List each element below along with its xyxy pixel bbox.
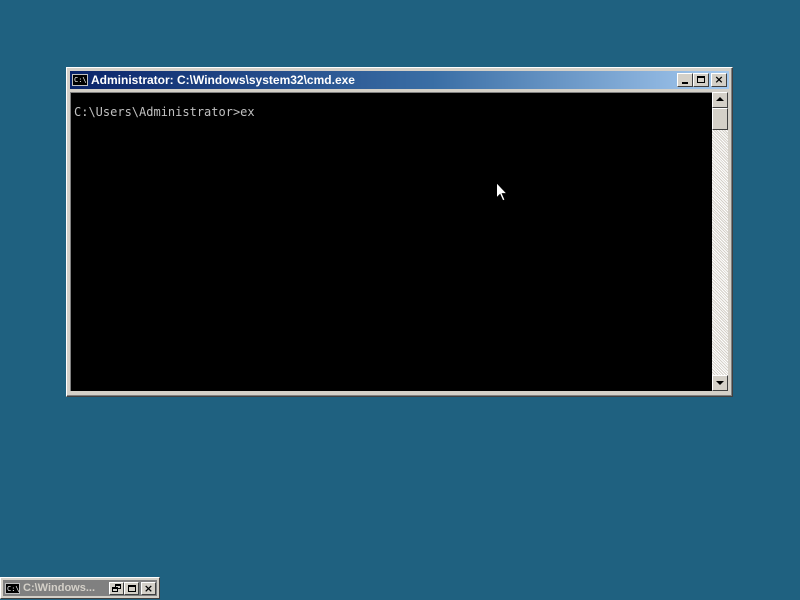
mouse-cursor-icon [496, 182, 508, 202]
console-icon[interactable]: C:\ [72, 74, 88, 86]
scroll-down-button[interactable] [712, 375, 728, 391]
caption-buttons: × [677, 73, 727, 87]
maximize-button[interactable] [124, 581, 139, 595]
console-prompt-line: C:\Users\Administrator>ex [74, 105, 255, 119]
restore-button[interactable] [109, 581, 124, 595]
minimize-button[interactable] [677, 73, 693, 87]
title-bar[interactable]: C:\ Administrator: C:\Windows\system32\c… [70, 71, 729, 89]
minimized-title-bar[interactable]: C:\ C:\Windows... × [3, 580, 157, 596]
minimized-caption-buttons: × [109, 581, 156, 595]
cmd-window[interactable]: C:\ Administrator: C:\Windows\system32\c… [66, 67, 733, 397]
minimized-window-title: C:\Windows... [23, 582, 96, 594]
scroll-up-button[interactable] [712, 92, 728, 108]
minimized-cmd-window[interactable]: C:\ C:\Windows... × [0, 577, 160, 599]
scroll-thumb[interactable] [712, 108, 728, 130]
console-area[interactable]: C:\Users\Administrator>ex [70, 92, 712, 391]
close-button[interactable]: × [141, 581, 156, 595]
close-button[interactable]: × [711, 73, 727, 87]
window-title: Administrator: C:\Windows\system32\cmd.e… [91, 73, 355, 87]
maximize-button[interactable] [693, 73, 709, 87]
vertical-scrollbar[interactable] [712, 92, 728, 391]
console-icon[interactable]: C:\ [5, 582, 20, 594]
